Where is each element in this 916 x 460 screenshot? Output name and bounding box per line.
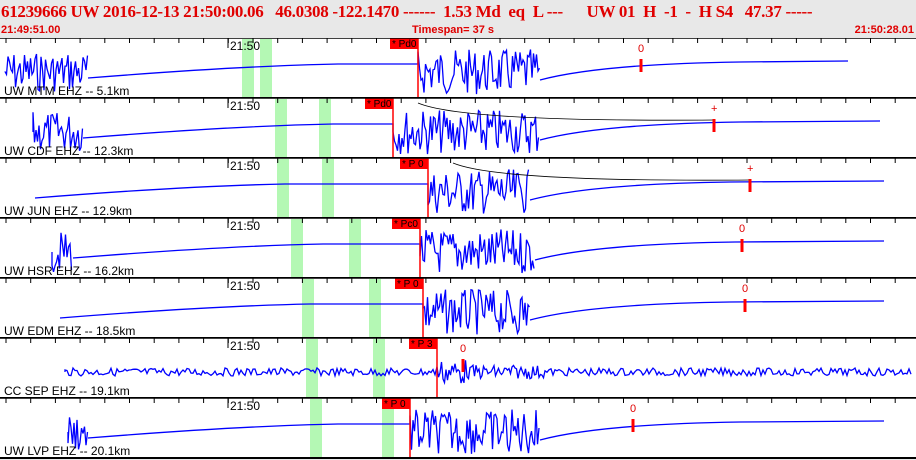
station-label: UW JUN EHZ -- 12.9km [4, 204, 132, 218]
coda-label: 0 [460, 343, 466, 355]
event-summary: 61239666 UW 2016-12-13 21:50:00.06 46.03… [1, 2, 813, 21]
coda-marker[interactable] [461, 359, 465, 372]
station-label: UW LVP EHZ -- 20.1km [4, 444, 130, 458]
start-time: 21:49:51.00 [1, 24, 61, 36]
pick-label: * Pc0 [394, 219, 418, 230]
channel-panel[interactable]: 21:50 * P 0 0 UW LVP EHZ -- 20.1km [0, 397, 916, 459]
coda-marker[interactable] [639, 59, 643, 72]
time-label: 21:50 [230, 399, 260, 413]
time-label: 21:50 [230, 339, 260, 353]
panel-background [0, 278, 916, 338]
coda-label: 0 [630, 403, 636, 415]
coda-marker[interactable] [740, 239, 744, 252]
pick-label: * P 0 [402, 159, 424, 170]
station-label: CC SEP EHZ -- 19.1km [4, 384, 130, 398]
time-window-band [319, 99, 331, 158]
pick-label: * P 3 [411, 339, 433, 350]
coda-marker[interactable] [712, 119, 716, 132]
time-window-band [275, 99, 287, 158]
time-window-band [349, 219, 361, 278]
pick-label: * Pd0 [392, 39, 417, 50]
time-window-band [322, 159, 334, 218]
pick-label: * P 0 [397, 279, 419, 290]
channel-panel[interactable]: 21:50 * P 0 + UW JUN EHZ -- 12.9km [0, 157, 916, 219]
channel-panel[interactable]: 21:50 * Pd0 + UW CDF EHZ -- 12.3km [0, 97, 916, 159]
time-label: 21:50 [230, 159, 260, 173]
station-label: UW CDF EHZ -- 12.3km [4, 144, 133, 158]
panel-background [0, 218, 916, 278]
coda-marker[interactable] [631, 419, 635, 432]
time-label: 21:50 [230, 99, 260, 113]
coda-label: 0 [638, 43, 644, 55]
coda-label: + [747, 163, 753, 175]
channel-panel[interactable]: 21:50 * P 3 0 CC SEP EHZ -- 19.1km [0, 337, 916, 399]
time-window-band [369, 279, 381, 338]
pick-label: * P 0 [384, 399, 406, 410]
time-window-band [277, 159, 289, 218]
channel-panel[interactable]: 21:50 * Pc0 0 UW HSR EHZ -- 16.2km [0, 217, 916, 279]
station-label: UW EDM EHZ -- 18.5km [4, 324, 135, 338]
station-label: UW HSR EHZ -- 16.2km [4, 264, 134, 278]
panel-background [0, 158, 916, 218]
end-time: 21:50:28.01 [854, 24, 914, 36]
coda-label: + [711, 103, 717, 115]
time-window-band [373, 339, 385, 398]
coda-marker[interactable] [748, 179, 752, 192]
time-label: 21:50 [230, 219, 260, 233]
time-window-band [310, 399, 322, 458]
station-label: UW MTM EHZ -- 5.1km [4, 84, 129, 98]
time-label: 21:50 [230, 39, 260, 53]
time-label: 21:50 [230, 279, 260, 293]
timespan: Timespan= 37 s [412, 24, 495, 36]
coda-label: 0 [742, 283, 748, 295]
event-header: 61239666 UW 2016-12-13 21:50:00.06 46.03… [0, 0, 916, 38]
time-window-band [291, 219, 303, 278]
channel-panel[interactable]: 21:50 * P 0 0 UW EDM EHZ -- 18.5km [0, 277, 916, 339]
time-window-band [260, 39, 272, 98]
time-window-band [302, 279, 314, 338]
coda-marker[interactable] [743, 299, 747, 312]
channel-panel[interactable]: 21:50 * Pd0 0 UW MTM EHZ -- 5.1km [0, 38, 916, 99]
seismogram-panels[interactable]: 21:50 * Pd0 0 UW MTM EHZ -- 5.1km 21:50 * Pd0… [0, 38, 916, 460]
panel-background [0, 38, 916, 98]
panel-background [0, 338, 916, 398]
coda-label: 0 [739, 223, 745, 235]
pick-label: * Pd0 [367, 99, 392, 110]
